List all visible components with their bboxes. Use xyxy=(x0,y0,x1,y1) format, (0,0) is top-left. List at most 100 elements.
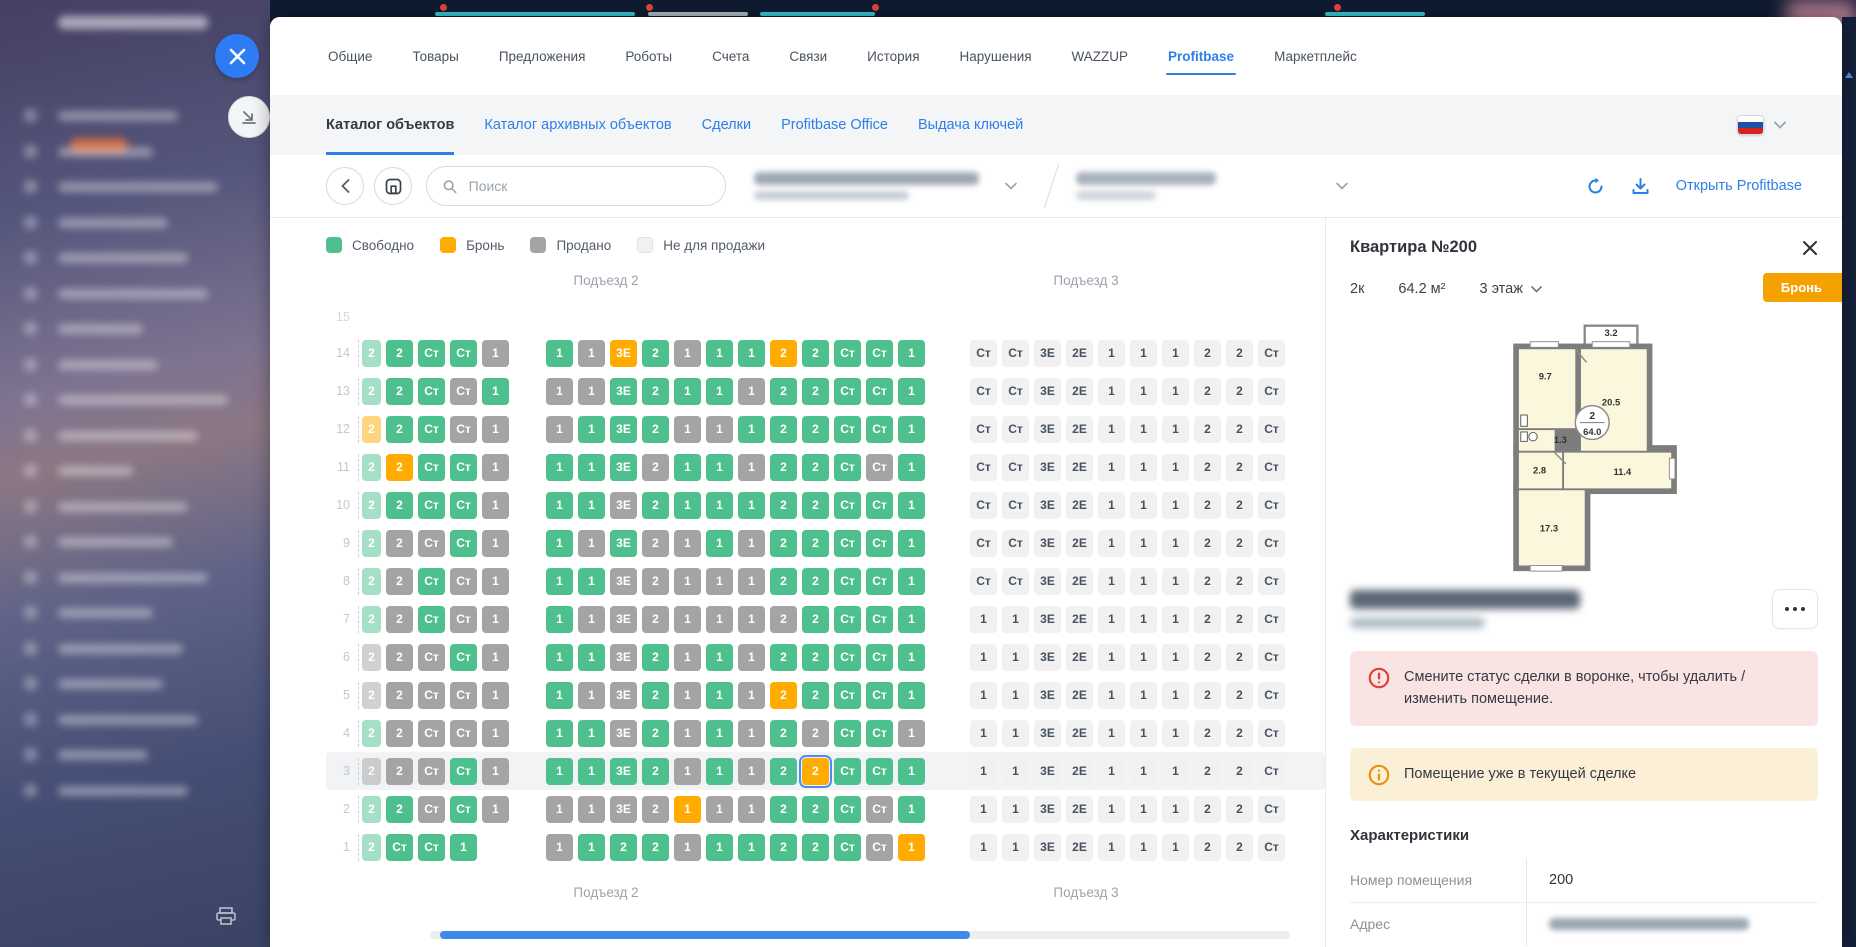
unit-cell[interactable]: 2 xyxy=(770,492,797,519)
unit-cell[interactable]: 2 xyxy=(1226,682,1253,709)
unit-cell[interactable]: 3Е xyxy=(1034,606,1061,633)
unit-cell[interactable]: 1 xyxy=(898,644,925,671)
unit-cell[interactable]: Ст xyxy=(1258,492,1285,519)
unit-cell[interactable]: 1 xyxy=(1162,530,1189,557)
blurred-sidebar-item[interactable] xyxy=(0,779,270,803)
unit-cell[interactable]: 3Е xyxy=(1034,644,1061,671)
unit-cell[interactable]: 1 xyxy=(578,492,605,519)
unit-cell[interactable]: Ст xyxy=(418,644,445,671)
open-profitbase-link[interactable]: Открыть Profitbase xyxy=(1676,178,1802,194)
horizontal-scrollbar-thumb[interactable] xyxy=(440,931,970,939)
unit-cell[interactable]: 1 xyxy=(738,644,765,671)
unit-cell[interactable]: 1 xyxy=(1098,454,1125,481)
unit-cell[interactable]: 2 xyxy=(642,720,669,747)
unit-cell[interactable]: 1 xyxy=(578,416,605,443)
unit-cell[interactable]: 1 xyxy=(482,682,509,709)
unit-cell[interactable]: 2Е xyxy=(1066,758,1093,785)
unit-cell[interactable]: 3Е xyxy=(610,378,637,405)
blurred-sidebar-item[interactable] xyxy=(0,672,270,696)
unit-cell[interactable]: 1 xyxy=(546,834,573,861)
unit-cell[interactable]: 2 xyxy=(642,416,669,443)
unit-cell[interactable]: 1 xyxy=(546,454,573,481)
unit-cell[interactable]: 1 xyxy=(546,720,573,747)
blurred-sidebar-item[interactable] xyxy=(0,424,270,448)
unit-cell[interactable]: 3Е xyxy=(610,416,637,443)
unit-cell[interactable]: 1 xyxy=(1098,378,1125,405)
unit-cell[interactable]: Ст xyxy=(1258,758,1285,785)
unit-cell[interactable]: 1 xyxy=(578,340,605,367)
unit-cell[interactable]: 1 xyxy=(1098,340,1125,367)
unit-cell[interactable]: 2 xyxy=(770,568,797,595)
unit-cell[interactable]: Ст xyxy=(1258,682,1285,709)
unit-cell[interactable]: Ст xyxy=(450,568,477,595)
unit-cell[interactable]: 2 xyxy=(1194,492,1221,519)
unit-cell[interactable]: Ст xyxy=(834,568,861,595)
unit-cell[interactable]: 1 xyxy=(1130,416,1157,443)
unit-cell[interactable]: Ст xyxy=(866,644,893,671)
unit-cell[interactable]: 3Е xyxy=(1034,416,1061,443)
unit-cell[interactable]: 2 xyxy=(386,340,413,367)
blurred-sidebar-item[interactable] xyxy=(0,601,270,625)
unit-cell[interactable]: 1 xyxy=(546,758,573,785)
tab-счета[interactable]: Счета xyxy=(710,43,751,70)
unit-cell[interactable]: 1 xyxy=(1098,834,1125,861)
unit-cell[interactable]: Ст xyxy=(970,454,997,481)
unit-cell[interactable]: Ст xyxy=(834,834,861,861)
tab-общие[interactable]: Общие xyxy=(326,43,374,70)
unit-cell[interactable]: 1 xyxy=(1130,530,1157,557)
unit-cell[interactable]: Ст xyxy=(1258,720,1285,747)
unit-cell[interactable]: 1 xyxy=(482,492,509,519)
unit-cell[interactable]: 2 xyxy=(1194,606,1221,633)
unit-cell[interactable]: 1 xyxy=(1002,720,1029,747)
unit-cell[interactable]: Ст xyxy=(866,416,893,443)
unit-cell[interactable]: Ст xyxy=(834,644,861,671)
unit-cell[interactable]: 2 xyxy=(1194,454,1221,481)
unit-cell[interactable]: 1 xyxy=(898,834,925,861)
unit-cell[interactable]: 1 xyxy=(546,416,573,443)
unit-cell[interactable]: Ст xyxy=(1258,378,1285,405)
unit-cell[interactable]: Ст xyxy=(418,720,445,747)
unit-cell[interactable]: 1 xyxy=(674,340,701,367)
unit-cell[interactable]: 1 xyxy=(706,416,733,443)
unit-cell[interactable]: Ст xyxy=(1002,530,1029,557)
unit-cell[interactable]: 1 xyxy=(898,796,925,823)
unit-cell[interactable]: 1 xyxy=(674,834,701,861)
unit-cell[interactable]: 2 xyxy=(802,454,829,481)
unit-cell[interactable]: Ст xyxy=(1258,568,1285,595)
unit-cell[interactable]: 1 xyxy=(706,796,733,823)
unit-cell[interactable]: Ст xyxy=(450,378,477,405)
unit-cell[interactable]: 2 xyxy=(770,796,797,823)
unit-cell-selected[interactable]: 2 xyxy=(802,758,829,785)
blurred-sidebar-item[interactable] xyxy=(0,353,270,377)
unit-cell[interactable]: Ст xyxy=(386,834,413,861)
unit-cell[interactable]: Ст xyxy=(450,720,477,747)
unit-cell[interactable]: 2 xyxy=(802,682,829,709)
unit-cell[interactable]: 1 xyxy=(674,416,701,443)
unit-cell[interactable]: 1 xyxy=(706,492,733,519)
unit-cell[interactable]: 2 xyxy=(642,644,669,671)
unit-cell[interactable]: 2 xyxy=(770,530,797,557)
unit-cell[interactable]: 2 xyxy=(362,644,381,671)
unit-cell[interactable]: 2 xyxy=(1194,340,1221,367)
unit-cell[interactable]: Ст xyxy=(450,644,477,671)
unit-cell[interactable]: 1 xyxy=(738,834,765,861)
unit-cell[interactable]: 1 xyxy=(898,682,925,709)
refresh-button[interactable] xyxy=(1586,177,1605,196)
unit-cell[interactable]: 1 xyxy=(482,796,509,823)
unit-cell[interactable]: 1 xyxy=(970,758,997,785)
unit-cell[interactable]: 1 xyxy=(578,644,605,671)
unit-cell[interactable]: 1 xyxy=(1130,492,1157,519)
tab-связи[interactable]: Связи xyxy=(787,43,829,70)
unit-cell[interactable]: 2 xyxy=(386,568,413,595)
unit-cell[interactable]: Ст xyxy=(418,834,445,861)
unit-cell[interactable]: Ст xyxy=(1002,416,1029,443)
tab-товары[interactable]: Товары xyxy=(410,43,460,70)
unit-cell[interactable]: 2 xyxy=(362,416,381,443)
unit-cell[interactable]: 3Е xyxy=(610,530,637,557)
unit-cell[interactable]: Ст xyxy=(418,682,445,709)
unit-cell[interactable]: Ст xyxy=(970,568,997,595)
unit-cell[interactable]: Ст xyxy=(1258,530,1285,557)
unit-cell[interactable]: 1 xyxy=(1098,796,1125,823)
unit-cell[interactable]: 1 xyxy=(546,530,573,557)
unit-cell[interactable]: 2 xyxy=(802,568,829,595)
